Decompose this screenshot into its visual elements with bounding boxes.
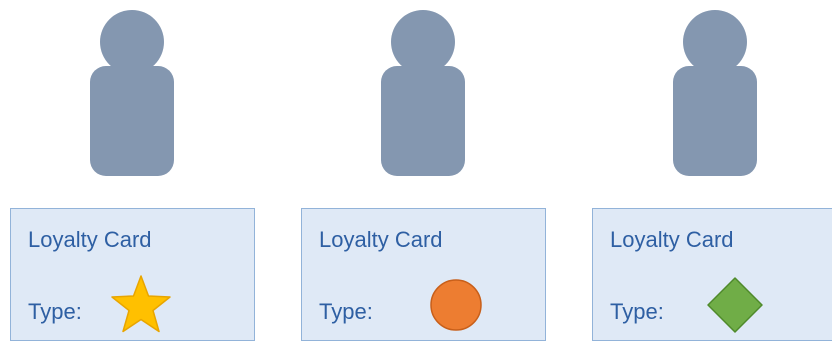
person-icon	[673, 10, 757, 176]
person-icon	[381, 10, 465, 176]
person-body	[673, 66, 757, 176]
star-icon	[109, 273, 173, 337]
person-icon	[90, 10, 174, 176]
person-body	[381, 66, 465, 176]
circle-icon	[424, 273, 488, 337]
type-label: Type:	[319, 299, 373, 324]
type-label: Type:	[610, 299, 664, 324]
card-title: Loyalty Card	[610, 227, 734, 252]
loyalty-card: Loyalty Card Type:	[592, 208, 832, 341]
person-head	[683, 10, 747, 74]
card-title: Loyalty Card	[28, 227, 152, 252]
type-label: Type:	[28, 299, 82, 324]
card-title: Loyalty Card	[319, 227, 443, 252]
diamond-icon	[703, 273, 767, 337]
loyalty-card: Loyalty Card Type:	[10, 208, 255, 341]
person-body	[90, 66, 174, 176]
loyalty-card: Loyalty Card Type:	[301, 208, 546, 341]
person-head	[391, 10, 455, 74]
person-head	[100, 10, 164, 74]
